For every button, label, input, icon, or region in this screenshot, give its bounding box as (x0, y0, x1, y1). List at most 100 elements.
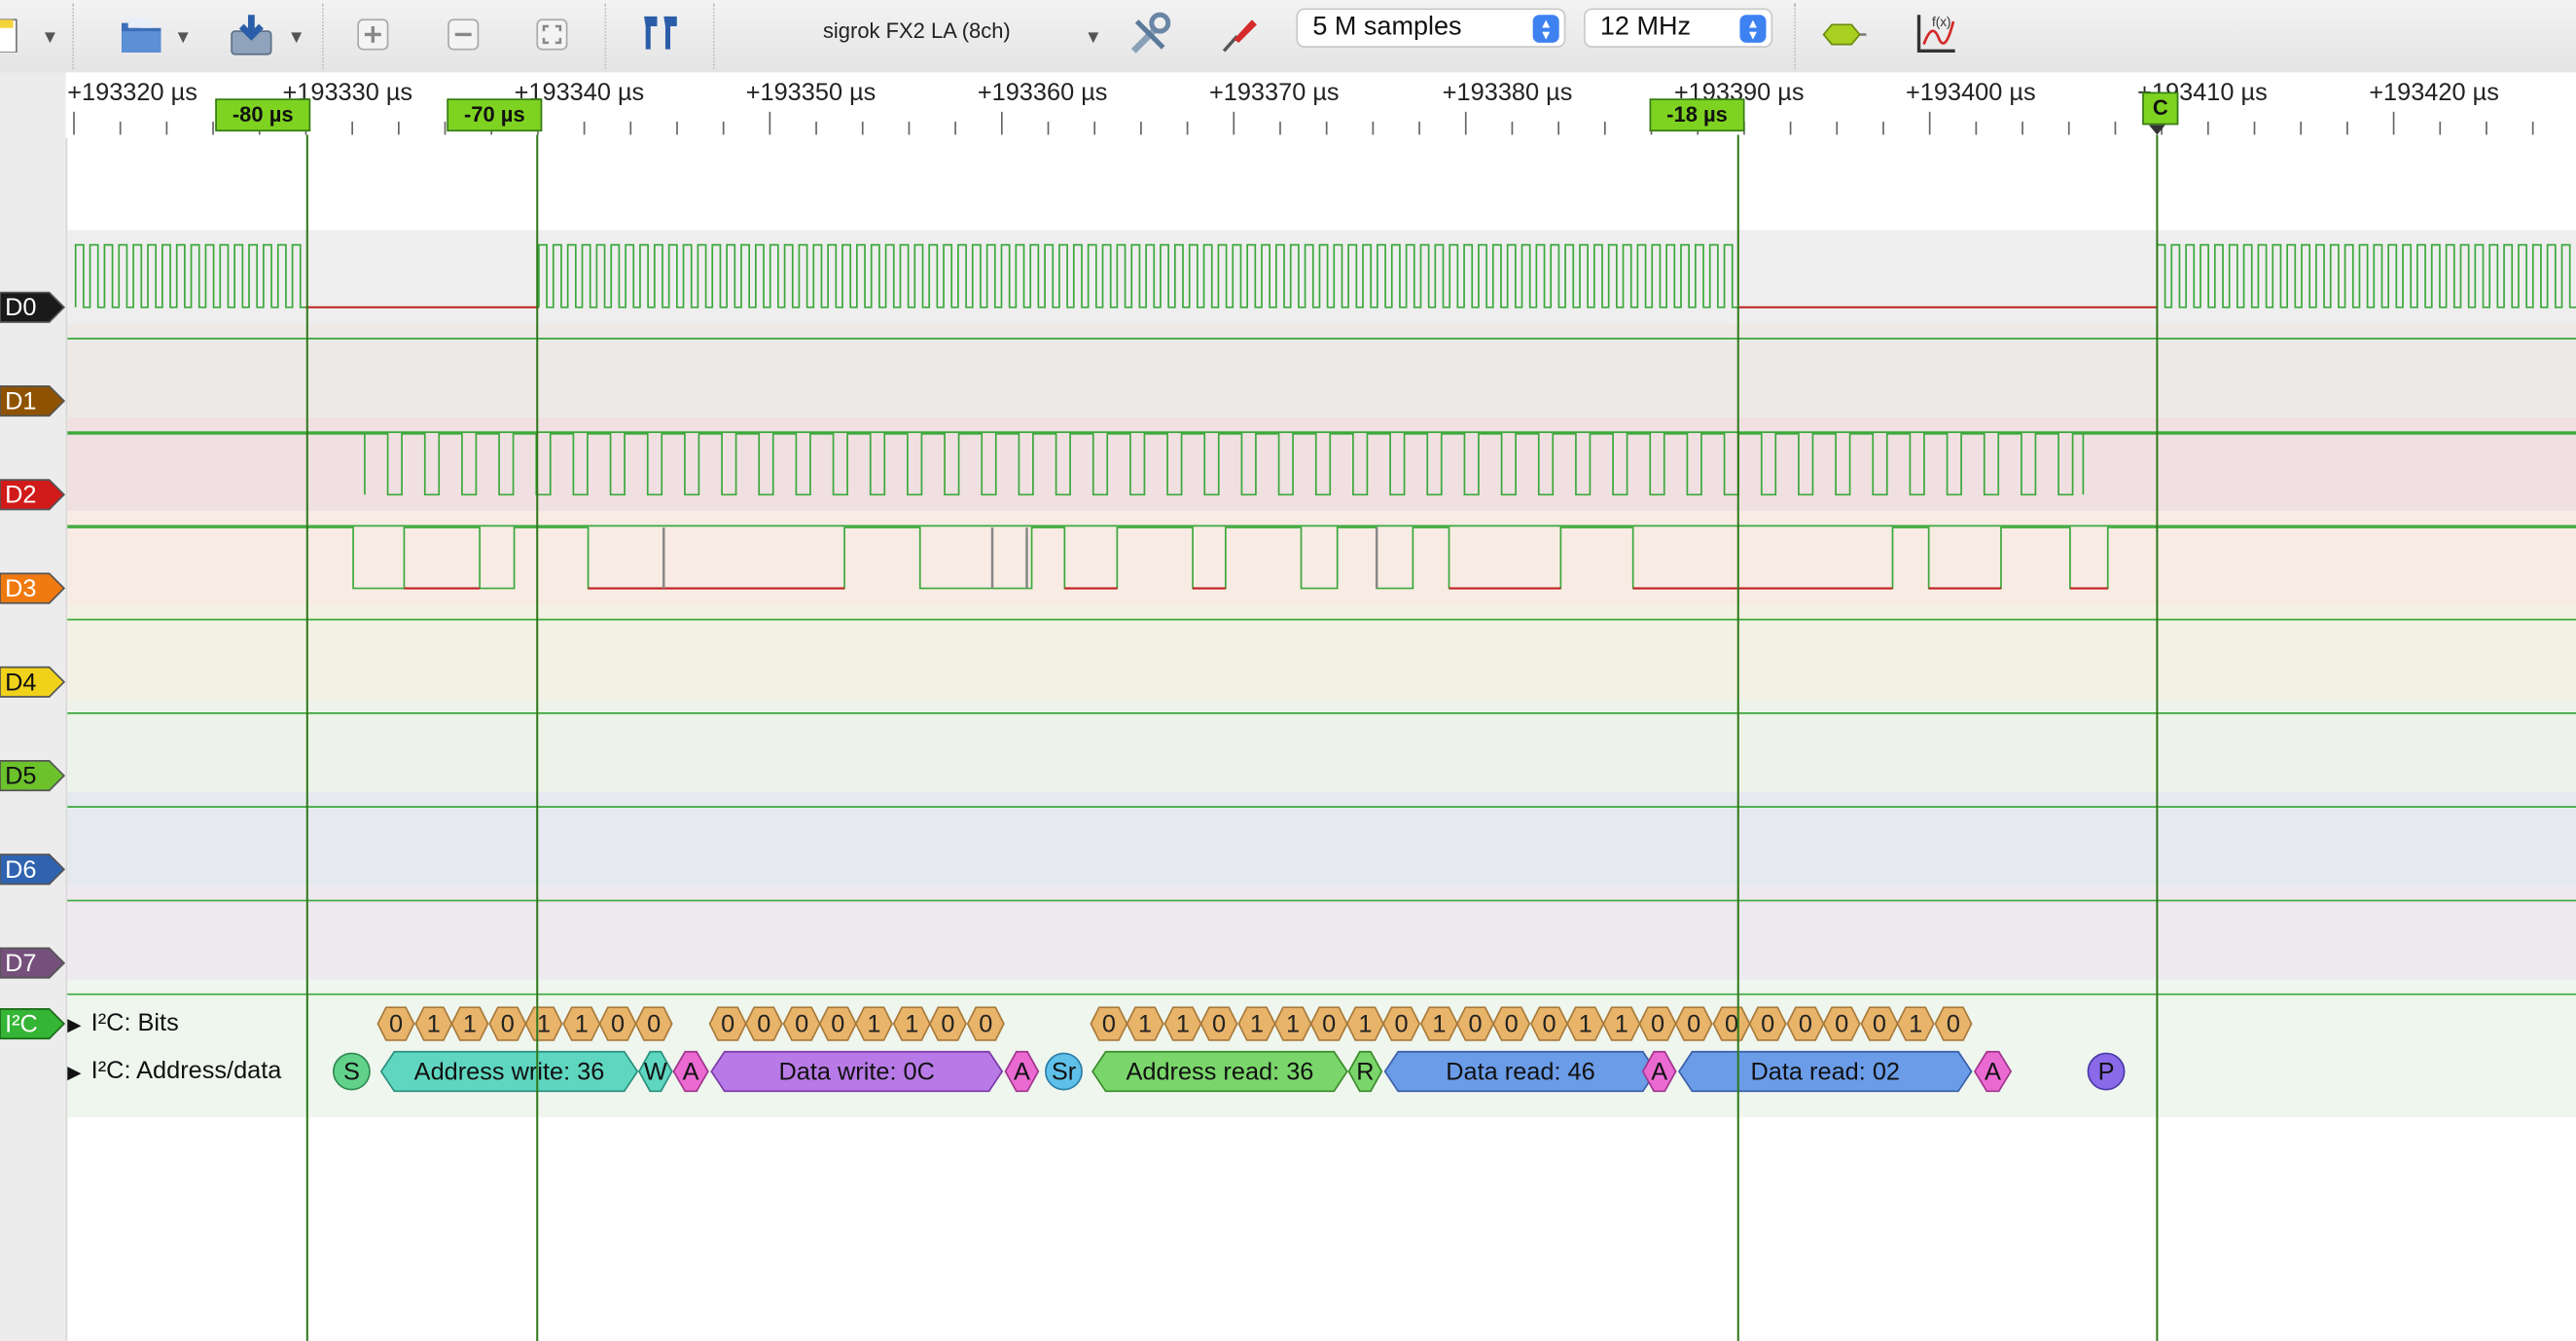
decoder-bit-text: 1 (1176, 1011, 1190, 1038)
decoder-bit-text: 1 (1909, 1011, 1922, 1038)
trace-view[interactable]: 0110110000001100011011010100011000000010… (0, 0, 2576, 1341)
decoder-annotation-text: S (343, 1058, 360, 1085)
decoder-bit[interactable]: 1 (562, 1006, 601, 1041)
decoder-bit-text: 1 (867, 1011, 880, 1038)
channel-label-d0[interactable]: D0 (0, 291, 66, 323)
decoder-bit[interactable]: 1 (1419, 1006, 1458, 1041)
decoder-bit-text: 0 (721, 1011, 734, 1038)
decoder-label[interactable]: I²C (0, 1008, 66, 1040)
decoder-annotation[interactable]: Address read: 36 (1091, 1050, 1348, 1093)
decoder-bit-text: 0 (1687, 1011, 1700, 1038)
decoder-bit[interactable]: 1 (1237, 1006, 1276, 1041)
channel-label-d6[interactable]: D6 (0, 853, 66, 886)
decoder-bit-text: 0 (831, 1011, 844, 1038)
decoder-annotation-text: A (1651, 1058, 1667, 1085)
decoder-bit[interactable]: 0 (634, 1006, 673, 1041)
decoder-bit[interactable]: 0 (1382, 1006, 1421, 1041)
decoder-bit[interactable]: 1 (1345, 1006, 1384, 1041)
decoder-bit[interactable]: 0 (1090, 1006, 1128, 1041)
decoder-bit-text: 1 (1579, 1011, 1592, 1038)
decoder-bit-text: 0 (501, 1011, 515, 1038)
decoder-bit[interactable]: 0 (928, 1006, 967, 1041)
decoder-bit[interactable]: 0 (782, 1006, 821, 1041)
decoder-bit[interactable]: 0 (1638, 1006, 1677, 1041)
decoder-bit-text: 1 (1358, 1011, 1372, 1038)
decoder-bit[interactable]: 0 (1492, 1006, 1531, 1041)
decoder-bit[interactable]: 0 (708, 1006, 747, 1041)
decoder-bit-text: 0 (647, 1011, 661, 1038)
decoder-row-bits[interactable]: ▶ I²C: Bits (66, 1009, 179, 1037)
decoder-bit[interactable]: 1 (1566, 1006, 1605, 1041)
decoder-bit[interactable]: 1 (1126, 1006, 1164, 1041)
decoder-bit[interactable]: 1 (524, 1006, 563, 1041)
cursor-tag[interactable]: -70 µs (447, 98, 543, 132)
cursor-tag[interactable]: C (2142, 91, 2179, 126)
decoder-bit[interactable]: 0 (1822, 1006, 1861, 1041)
decoder-bit-text: 0 (1212, 1011, 1226, 1038)
decoder-bit[interactable]: 1 (892, 1006, 931, 1041)
decoder-bit[interactable]: 0 (376, 1006, 415, 1041)
channel-label-d3[interactable]: D3 (0, 572, 66, 604)
decoder-bit[interactable]: 0 (1456, 1006, 1495, 1041)
decoder-annotation[interactable]: Sr (1045, 1052, 1083, 1091)
decoder-bit-text: 0 (1322, 1011, 1336, 1038)
decoder-bit[interactable]: 0 (488, 1006, 527, 1041)
decoder-bit[interactable]: 0 (598, 1006, 637, 1041)
decoder-bit-text: 0 (979, 1011, 992, 1038)
cursor-tag[interactable]: -80 µs (215, 98, 311, 132)
channel-label-d4[interactable]: D4 (0, 666, 66, 698)
channel-label-text: D5 (5, 761, 37, 790)
decoder-bit[interactable]: 0 (966, 1006, 1005, 1041)
channel-label-d7[interactable]: D7 (0, 947, 66, 979)
channel-label-text: D4 (5, 668, 37, 697)
decoder-bit[interactable]: 1 (1896, 1006, 1935, 1041)
decoder-bit[interactable]: 0 (1934, 1006, 1973, 1041)
channel-label-text: D1 (5, 386, 37, 416)
decoder-annotation-text: A (683, 1058, 699, 1085)
decoder-annotation[interactable]: Address write: 36 (379, 1050, 639, 1093)
decoder-annotation-text: A (1014, 1058, 1030, 1085)
decoder-annotation[interactable]: Data read: 46 (1383, 1050, 1658, 1093)
expand-triangle-icon[interactable]: ▶ (67, 1064, 81, 1083)
decoder-bit[interactable]: 0 (1712, 1006, 1751, 1041)
channel-label-d2[interactable]: D2 (0, 479, 66, 511)
decoder-annotation-text: Address read: 36 (1126, 1058, 1313, 1085)
decoder-bit[interactable]: 0 (1860, 1006, 1899, 1041)
decoder-bit-text: 0 (1761, 1011, 1774, 1038)
channel-label-text: D0 (5, 293, 37, 322)
cursor-tag[interactable]: -18 µs (1649, 98, 1745, 132)
decoder-bit[interactable]: 0 (818, 1006, 857, 1041)
decoder-annotation[interactable]: W (637, 1050, 673, 1093)
channel-label-d1[interactable]: D1 (0, 385, 66, 417)
decoder-bit-text: 0 (1799, 1011, 1812, 1038)
decoder-bit[interactable]: 1 (1163, 1006, 1202, 1041)
channel-label-text: D6 (5, 854, 37, 884)
channel-label-text: D7 (5, 949, 37, 977)
decoder-bit[interactable]: 0 (1309, 1006, 1348, 1041)
decoder-annotation[interactable]: S (332, 1052, 371, 1091)
decoder-annotation[interactable]: Data write: 0C (710, 1050, 1004, 1093)
expand-triangle-icon[interactable]: ▶ (67, 1016, 81, 1035)
decoder-bit[interactable]: 1 (414, 1006, 453, 1041)
decoder-bit[interactable]: 1 (1602, 1006, 1641, 1041)
decoder-bit[interactable]: 0 (1199, 1006, 1238, 1041)
decoder-bit[interactable]: 0 (744, 1006, 783, 1041)
decoder-row-address-data[interactable]: ▶ I²C: Address/data (66, 1057, 282, 1085)
decoder-bit-text: 1 (1615, 1011, 1628, 1038)
decoder-annotation[interactable]: P (2087, 1052, 2126, 1091)
channel-label-d5[interactable]: D5 (0, 760, 66, 792)
decoder-bit[interactable]: 1 (1273, 1006, 1312, 1041)
decoder-bit[interactable]: 0 (1530, 1006, 1569, 1041)
decoder-bit-text: 1 (1432, 1011, 1446, 1038)
decoder-bit-text: 0 (1505, 1011, 1519, 1038)
decoder-annotation-text: Data read: 46 (1446, 1058, 1594, 1085)
decoder-bit[interactable]: 0 (1786, 1006, 1825, 1041)
decoder-bit[interactable]: 0 (1748, 1006, 1787, 1041)
decoder-bit[interactable]: 1 (854, 1006, 893, 1041)
decoder-annotation[interactable]: Data read: 02 (1677, 1050, 1973, 1093)
decoder-bit[interactable]: 1 (450, 1006, 489, 1041)
decoder-annotation-text: W (644, 1058, 667, 1085)
trigger-marker (2148, 125, 2165, 135)
decoder-bit[interactable]: 0 (1674, 1006, 1713, 1041)
decoder-label-text: I²C (5, 1009, 38, 1038)
